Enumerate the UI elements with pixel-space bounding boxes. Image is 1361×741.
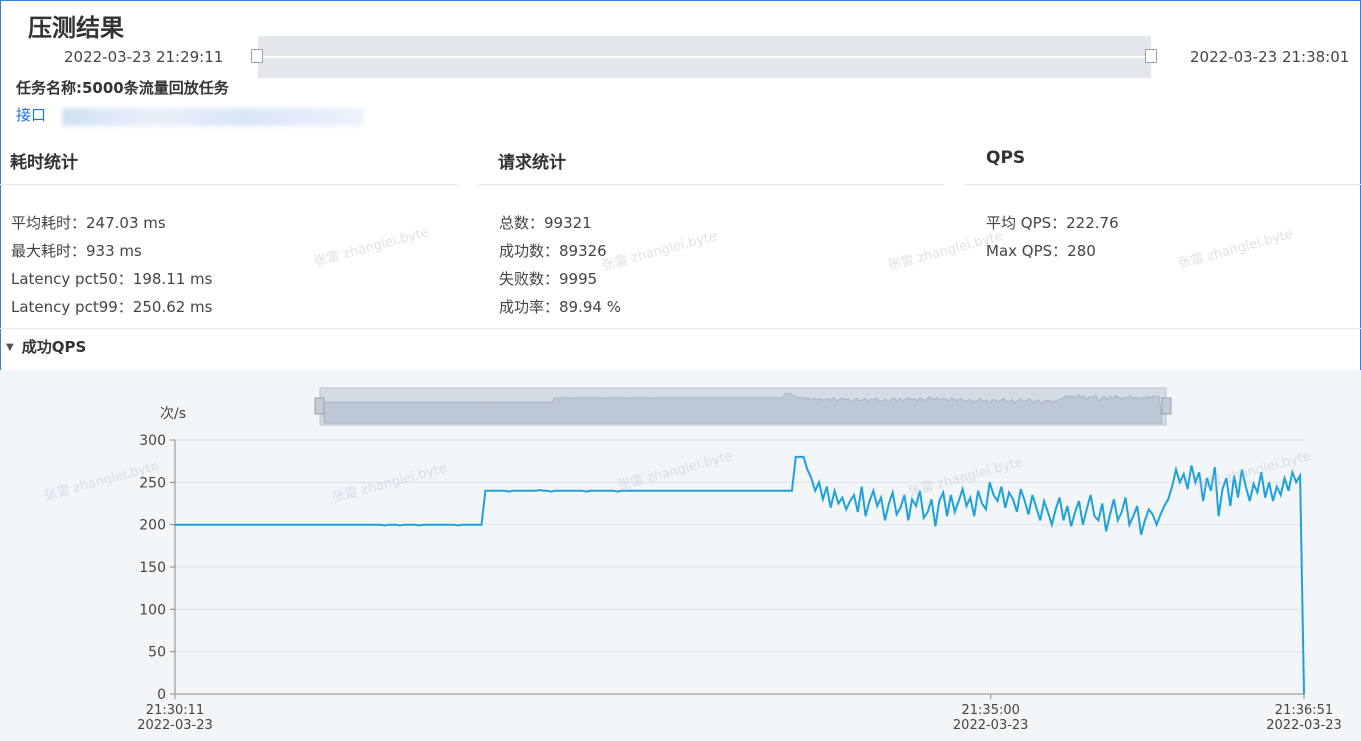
y-tick-label: 100 [139, 602, 166, 618]
x-tick-date: 2022-03-23 [953, 718, 1029, 733]
y-tick-label: 250 [139, 475, 166, 491]
x-tick-date: 2022-03-23 [137, 718, 213, 733]
y-tick-label: 150 [139, 560, 166, 576]
x-tick-time: 21:35:00 [962, 703, 1020, 718]
y-tick-label: 300 [139, 433, 166, 449]
y-axis-label: 次/s [160, 406, 186, 422]
y-tick-label: 200 [139, 518, 166, 534]
zoom-handle-right[interactable] [1161, 397, 1172, 415]
qps-line-chart: 次/s 050100150200250300 21:30:112022-03-2… [137, 387, 1342, 733]
y-tick-label: 0 [157, 687, 166, 703]
x-tick-date: 2022-03-23 [1266, 718, 1342, 733]
x-tick-time: 21:36:51 [1275, 703, 1333, 718]
y-tick-label: 50 [148, 645, 166, 661]
success-qps-series-line [175, 455, 1305, 695]
zoom-handle-left[interactable] [314, 397, 325, 415]
x-tick-time: 21:30:11 [146, 703, 204, 718]
